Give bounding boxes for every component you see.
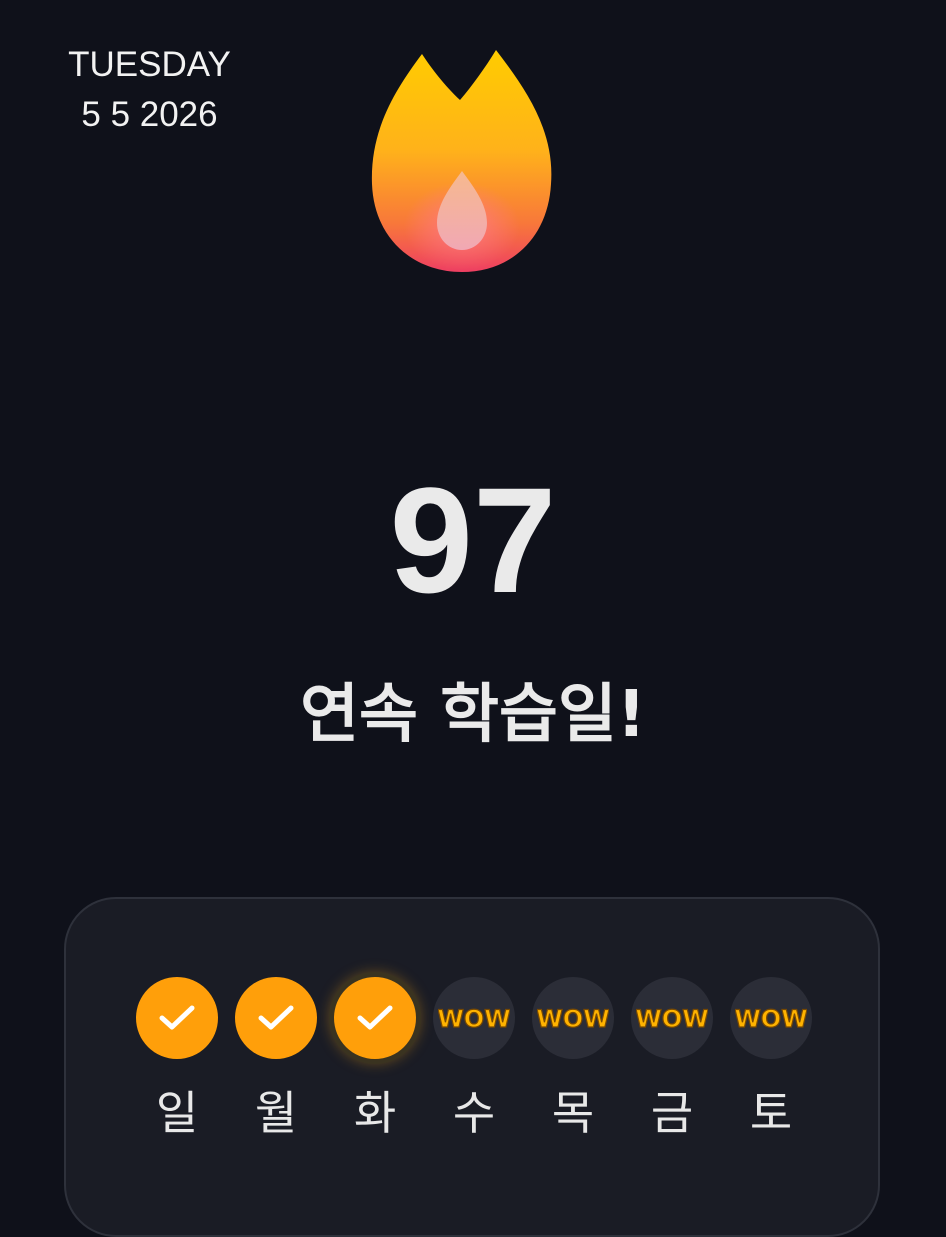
- week-days-row: 일 월 화 WOW 수 WOW 목 WOW 금 WOW 토: [136, 977, 812, 1143]
- day-label: 금: [650, 1086, 694, 1140]
- wow-icon: WOW: [537, 1004, 609, 1033]
- day-status-pending: WOW: [631, 977, 713, 1059]
- svg-text:WOW: WOW: [636, 1005, 708, 1033]
- weekly-progress-card: 일 월 화 WOW 수 WOW 목 WOW 금 WOW 토: [64, 897, 880, 1237]
- streak-label: 연속 학습일!: [300, 678, 646, 752]
- weekday-text: TUESDAY: [68, 45, 231, 84]
- day-label: 화: [353, 1086, 397, 1140]
- day-status-pending: WOW: [433, 977, 515, 1059]
- day-label: 월: [254, 1086, 298, 1140]
- streak-count: 97: [389, 456, 557, 624]
- wow-icon: WOW: [438, 1004, 510, 1033]
- day-friday: WOW 금: [631, 977, 713, 1143]
- day-monday: 월: [235, 977, 317, 1143]
- day-status-pending: WOW: [532, 977, 614, 1059]
- day-label: 토: [749, 1086, 793, 1140]
- day-label: 일: [155, 1086, 199, 1140]
- day-saturday: WOW 토: [730, 977, 812, 1143]
- wow-icon: WOW: [636, 1004, 708, 1033]
- day-sunday: 일: [136, 977, 218, 1143]
- day-label: 목: [551, 1086, 595, 1140]
- day-label: 수: [452, 1086, 496, 1140]
- svg-text:WOW: WOW: [735, 1005, 807, 1033]
- day-status-pending: WOW: [730, 977, 812, 1059]
- svg-text:WOW: WOW: [438, 1005, 510, 1033]
- check-icon: [159, 1005, 195, 1030]
- check-icon: [258, 1005, 294, 1030]
- day-wednesday: WOW 수: [433, 977, 515, 1143]
- svg-text:WOW: WOW: [537, 1005, 609, 1033]
- date-display: TUESDAY 5 5 2026: [52, 40, 247, 140]
- check-icon: [357, 1005, 393, 1030]
- date-text: 5 5 2026: [81, 95, 218, 134]
- day-tuesday: 화: [334, 977, 416, 1143]
- day-status-done: [235, 977, 317, 1059]
- day-thursday: WOW 목: [532, 977, 614, 1143]
- flame-icon: [365, 46, 560, 281]
- day-status-done: [136, 977, 218, 1059]
- wow-icon: WOW: [735, 1004, 807, 1033]
- day-status-done-today: [334, 977, 416, 1059]
